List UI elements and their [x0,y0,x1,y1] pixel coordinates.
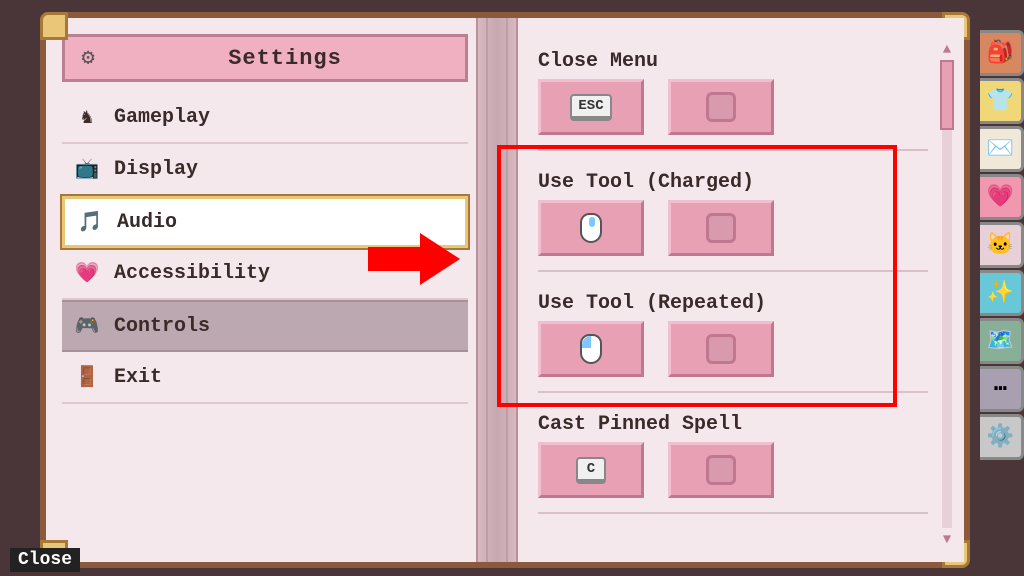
heart-icon: 💗 [74,260,100,286]
scroll-track[interactable] [942,60,952,528]
primary-binding-button[interactable] [538,200,644,256]
right-page: Close Menu ESC Use Tool (Charged) Use Tool … [518,18,964,562]
key-chip: C [576,457,606,484]
binding-row: C [538,442,928,514]
settings-header: ⚙ Settings [62,34,468,82]
sidebar-item-label: Exit [114,366,162,389]
primary-binding-button[interactable]: ESC [538,79,644,135]
secondary-binding-button[interactable] [668,442,774,498]
mouse-icon [580,213,602,243]
sidebar-item-label: Accessibility [114,262,270,285]
inventory-tab[interactable]: 🎒 [980,30,1024,76]
mouse-icon [580,334,602,364]
settings-tab[interactable]: ⚙️ [980,414,1024,460]
empty-binding-icon [706,92,736,122]
empty-binding-icon [706,213,736,243]
gamepad-icon: 🎮 [74,313,100,339]
primary-binding-button[interactable]: C [538,442,644,498]
empty-binding-icon [706,455,736,485]
secondary-binding-button[interactable] [668,79,774,135]
binding-group: Use Tool (Repeated) [530,286,936,399]
sidebar-item-display[interactable]: 📺 Display [62,144,468,196]
binding-label: Cast Pinned Spell [538,413,928,436]
binding-group: Cast Pinned Spell C [530,407,936,520]
binding-label: Use Tool (Repeated) [538,292,928,315]
clothing-tab[interactable]: 👕 [980,78,1024,124]
sidebar-item-label: Display [114,158,198,181]
sidebar-item-label: Audio [117,211,177,234]
binding-group: Close Menu ESC [530,44,936,157]
book-spine [476,18,518,562]
door-icon: 🚪 [74,364,100,390]
sidebar-item-exit[interactable]: 🚪 Exit [62,352,468,404]
music-icon: 🎵 [77,209,103,235]
scroll-up-icon[interactable]: ▲ [940,42,954,56]
sidebar-item-label: Gameplay [114,106,210,129]
primary-binding-button[interactable] [538,321,644,377]
left-page: ⚙ Settings ♞ Gameplay 📺 Display 🎵 Audio 💗 Acces… [46,18,476,562]
bindings-panel: Close Menu ESC Use Tool (Charged) Use Tool … [530,44,936,546]
binding-label: Use Tool (Charged) [538,171,928,194]
tab-strip: 🎒👕✉️💗🐱✨🗺️⋯⚙️ [980,30,1024,460]
settings-book: ⚙ Settings ♞ Gameplay 📺 Display 🎵 Audio 💗 Acces… [40,12,970,568]
binding-label: Close Menu [538,50,928,73]
scrollbar[interactable]: ▲ ▼ [940,42,954,546]
social-tab[interactable]: 💗 [980,174,1024,220]
pets-tab[interactable]: 🐱 [980,222,1024,268]
binding-row [538,200,928,272]
sidebar-item-label: Controls [114,315,210,338]
binding-group: Use Tool (Charged) [530,165,936,278]
map-tab[interactable]: 🗺️ [980,318,1024,364]
knight-icon: ♞ [74,104,100,130]
sidebar-item-gameplay[interactable]: ♞ Gameplay [62,92,468,144]
sidebar-item-accessibility[interactable]: 💗 Accessibility [62,248,468,300]
scroll-down-icon[interactable]: ▼ [940,532,954,546]
sidebar-item-audio[interactable]: 🎵 Audio [62,196,468,248]
tv-icon: 📺 [74,156,100,182]
page-title: Settings [115,46,455,71]
sidebar-item-controls[interactable]: 🎮 Controls [62,300,468,352]
binding-row: ESC [538,79,928,151]
skills-tab[interactable]: ✨ [980,270,1024,316]
secondary-binding-button[interactable] [668,200,774,256]
book-corner [40,12,68,40]
empty-binding-icon [706,334,736,364]
settings-menu: ♞ Gameplay 📺 Display 🎵 Audio 💗 Accessibility 🎮 Co… [62,92,468,404]
scroll-thumb[interactable] [940,60,954,130]
secondary-binding-button[interactable] [668,321,774,377]
close-button[interactable]: Close [10,548,80,572]
gear-icon: ⚙ [75,45,101,71]
binding-row [538,321,928,393]
mail-tab[interactable]: ✉️ [980,126,1024,172]
menu-tab[interactable]: ⋯ [980,366,1024,412]
key-chip: ESC [570,94,611,121]
